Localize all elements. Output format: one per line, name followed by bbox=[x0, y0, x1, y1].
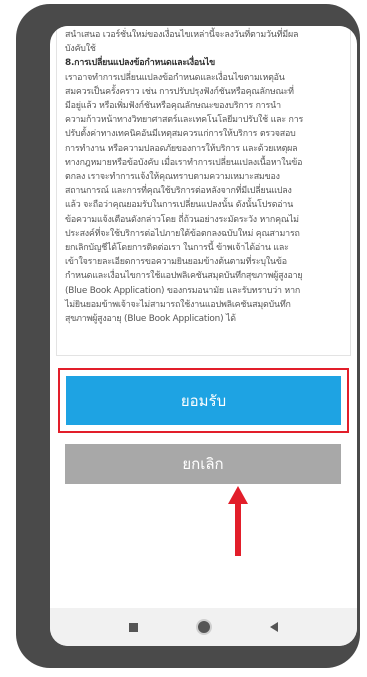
triangle-back-icon[interactable] bbox=[270, 622, 278, 632]
terms-line: เข้าใจรายละเอียดการขอความยินยอมข้างต้นตา… bbox=[65, 257, 287, 268]
accept-button[interactable]: ยอมรับ bbox=[66, 376, 341, 425]
terms-heading: 8.การเปลี่ยนแปลงข้อกำหนดและเงื่อนไข bbox=[65, 58, 216, 69]
terms-line: ประสงค์ที่จะใช้บริการต่อไปภายใต้ข้อตกลงฉ… bbox=[65, 228, 300, 239]
accept-highlight-box: ยอมรับ bbox=[58, 368, 349, 433]
terms-line: ปรับตั้งค่าทางเทคนิคอันมีเหตุสมควรแก่การ… bbox=[65, 129, 296, 140]
terms-line: แล้ว จะถือว่าคุณยอมรับในการเปลี่ยนแปลงนั… bbox=[65, 200, 294, 211]
terms-line: การทำงาน หรือความปลอดภัยของการให้บริการ … bbox=[65, 143, 298, 154]
terms-line: สถานการณ์ และการที่คุณใช้บริการต่อหลังจา… bbox=[65, 186, 292, 197]
terms-line: มีอยู่แล้ว หรือเพิ่มฟังก์ชันหรือคุณลักษณ… bbox=[65, 101, 281, 112]
terms-line: กำหนดและเงื่อนไขการใช้แอปพลิเคชันสมุดบัน… bbox=[65, 271, 303, 282]
terms-line: ตกลง เราจะทำการแจ้งให้คุณทราบตามความเหมา… bbox=[65, 172, 280, 183]
terms-line: ข้อความแจ้งเตือนดังกล่าวโดย ถี่ถ้วนอย่าง… bbox=[65, 214, 299, 225]
cancel-button[interactable]: ยกเลิก bbox=[65, 444, 341, 484]
terms-line: สุขภาพผู้สูงอายุ (Blue Book Application)… bbox=[65, 314, 236, 325]
terms-line: สนำเสนอ เวอร์ชั่นใหม่ของเงื่อนไขเหล่านี้… bbox=[65, 30, 299, 40]
terms-line: (Blue Book Application) ของกรมอนามัย และ… bbox=[65, 285, 301, 296]
circle-icon[interactable] bbox=[196, 619, 212, 635]
screen: สนำเสนอ เวอร์ชั่นใหม่ของเงื่อนไขเหล่านี้… bbox=[50, 26, 357, 646]
terms-line: สมควรเป็นครั้งคราว เช่น การปรับปรุงฟังก์… bbox=[65, 86, 294, 97]
terms-line: บังคับใช้ bbox=[65, 44, 96, 55]
square-icon[interactable] bbox=[129, 622, 138, 632]
terms-line: ความก้าวหน้าทางวิทยาศาสตร์และเทคโนโลยีมา… bbox=[65, 115, 304, 126]
android-nav-bar bbox=[50, 608, 357, 646]
red-up-arrow-icon bbox=[228, 486, 248, 556]
terms-line: ไม่ยินยอมข้าพเจ้าจะไม่สามารถใช้งานแอปพลิ… bbox=[65, 299, 291, 310]
terms-line: เราอาจทำการเปลี่ยนแปลงข้อกำหนดและเงื่อนไ… bbox=[65, 72, 285, 83]
phone-frame: สนำเสนอ เวอร์ชั่นใหม่ของเงื่อนไขเหล่านี้… bbox=[16, 4, 360, 668]
terms-line: ยกเลิกบัญชีได้โดยการติดต่อเรา ในการนี้ ข… bbox=[65, 243, 289, 254]
terms-line: ทางกฎหมายหรือข้อบังคับ เมื่อเราทำการเปลี… bbox=[65, 157, 303, 168]
terms-text-panel[interactable]: สนำเสนอ เวอร์ชั่นใหม่ของเงื่อนไขเหล่านี้… bbox=[56, 26, 351, 356]
